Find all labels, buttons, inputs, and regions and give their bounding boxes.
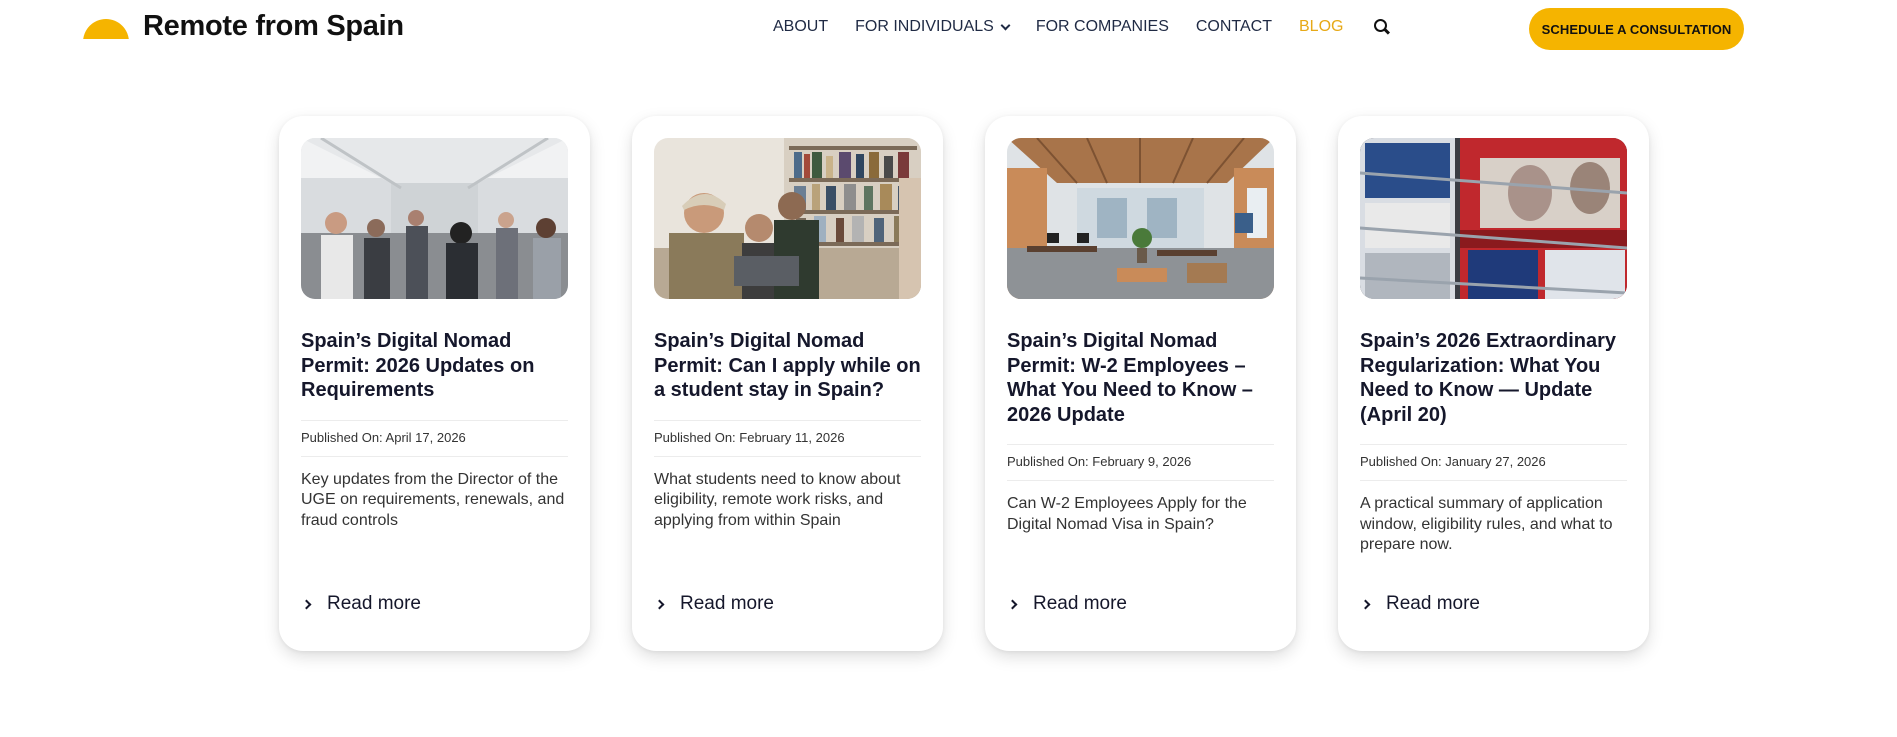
read-more-link[interactable]: Read more [1007, 593, 1127, 615]
post-date: Published On: April 17, 2026 [301, 419, 568, 457]
post-date: Published On: February 11, 2026 [654, 419, 921, 457]
post-excerpt: Can W-2 Employees Apply for the Digital … [1007, 495, 1247, 533]
read-more-label: Read more [680, 593, 774, 614]
search-icon[interactable] [1374, 19, 1390, 35]
read-more-link[interactable]: Read more [301, 593, 421, 615]
chevron-right-icon [1360, 599, 1371, 609]
read-more-link[interactable]: Read more [1360, 593, 1480, 615]
chevron-right-icon [1007, 599, 1018, 609]
post-date: Published On: February 9, 2026 [1007, 444, 1274, 481]
post-excerpt: A practical summary of application windo… [1360, 495, 1613, 553]
post-excerpt: What students need to know about eligibi… [654, 470, 901, 529]
read-more-label: Read more [1386, 593, 1480, 614]
schedule-consultation-button[interactable]: SCHEDULE A CONSULTATION [1529, 8, 1744, 50]
sun-logo-icon [83, 15, 129, 39]
blog-card: Spain’s Digital Nomad Permit: W-2 Employ… [985, 116, 1296, 651]
post-title[interactable]: Spain’s Digital Nomad Permit: Can I appl… [654, 329, 921, 403]
site-header: Remote from Spain ABOUT FOR INDIVIDUALS … [0, 0, 1897, 60]
nav-blog[interactable]: BLOG [1299, 18, 1343, 36]
nav-for-individuals-label: FOR INDIVIDUALS [855, 18, 994, 35]
chevron-down-icon [1000, 20, 1011, 30]
post-image-open-office[interactable] [1007, 138, 1274, 299]
read-more-label: Read more [1033, 593, 1127, 614]
read-more-label: Read more [327, 593, 421, 614]
post-title[interactable]: Spain’s 2026 Extraordinary Regularizatio… [1360, 329, 1627, 427]
post-date: Published On: January 27, 2026 [1360, 444, 1627, 481]
post-title[interactable]: Spain’s Digital Nomad Permit: 2026 Updat… [301, 329, 568, 403]
post-title[interactable]: Spain’s Digital Nomad Permit: W-2 Employ… [1007, 329, 1274, 427]
read-more-link[interactable]: Read more [654, 593, 774, 615]
chevron-right-icon [654, 599, 665, 609]
brand-name: Remote from Spain [143, 10, 404, 42]
post-image-corridor-crowd[interactable] [301, 138, 568, 299]
blog-card: Spain’s Digital Nomad Permit: 2026 Updat… [279, 116, 590, 651]
nav-contact[interactable]: CONTACT [1196, 18, 1272, 36]
nav-about[interactable]: ABOUT [773, 18, 828, 36]
post-image-students-library[interactable] [654, 138, 921, 299]
site-logo[interactable]: Remote from Spain [83, 10, 404, 43]
main-nav: ABOUT FOR INDIVIDUALS FOR COMPANIES CONT… [773, 18, 1390, 36]
nav-for-individuals[interactable]: FOR INDIVIDUALS [855, 18, 1011, 36]
post-image-magazine-stand[interactable] [1360, 138, 1627, 299]
nav-for-companies[interactable]: FOR COMPANIES [1036, 18, 1169, 36]
chevron-right-icon [301, 599, 312, 609]
blog-card: Spain’s Digital Nomad Permit: Can I appl… [632, 116, 943, 651]
blog-card: Spain’s 2026 Extraordinary Regularizatio… [1338, 116, 1649, 651]
blog-post-grid: Spain’s Digital Nomad Permit: 2026 Updat… [279, 116, 1691, 651]
post-excerpt: Key updates from the Director of the UGE… [301, 470, 565, 529]
